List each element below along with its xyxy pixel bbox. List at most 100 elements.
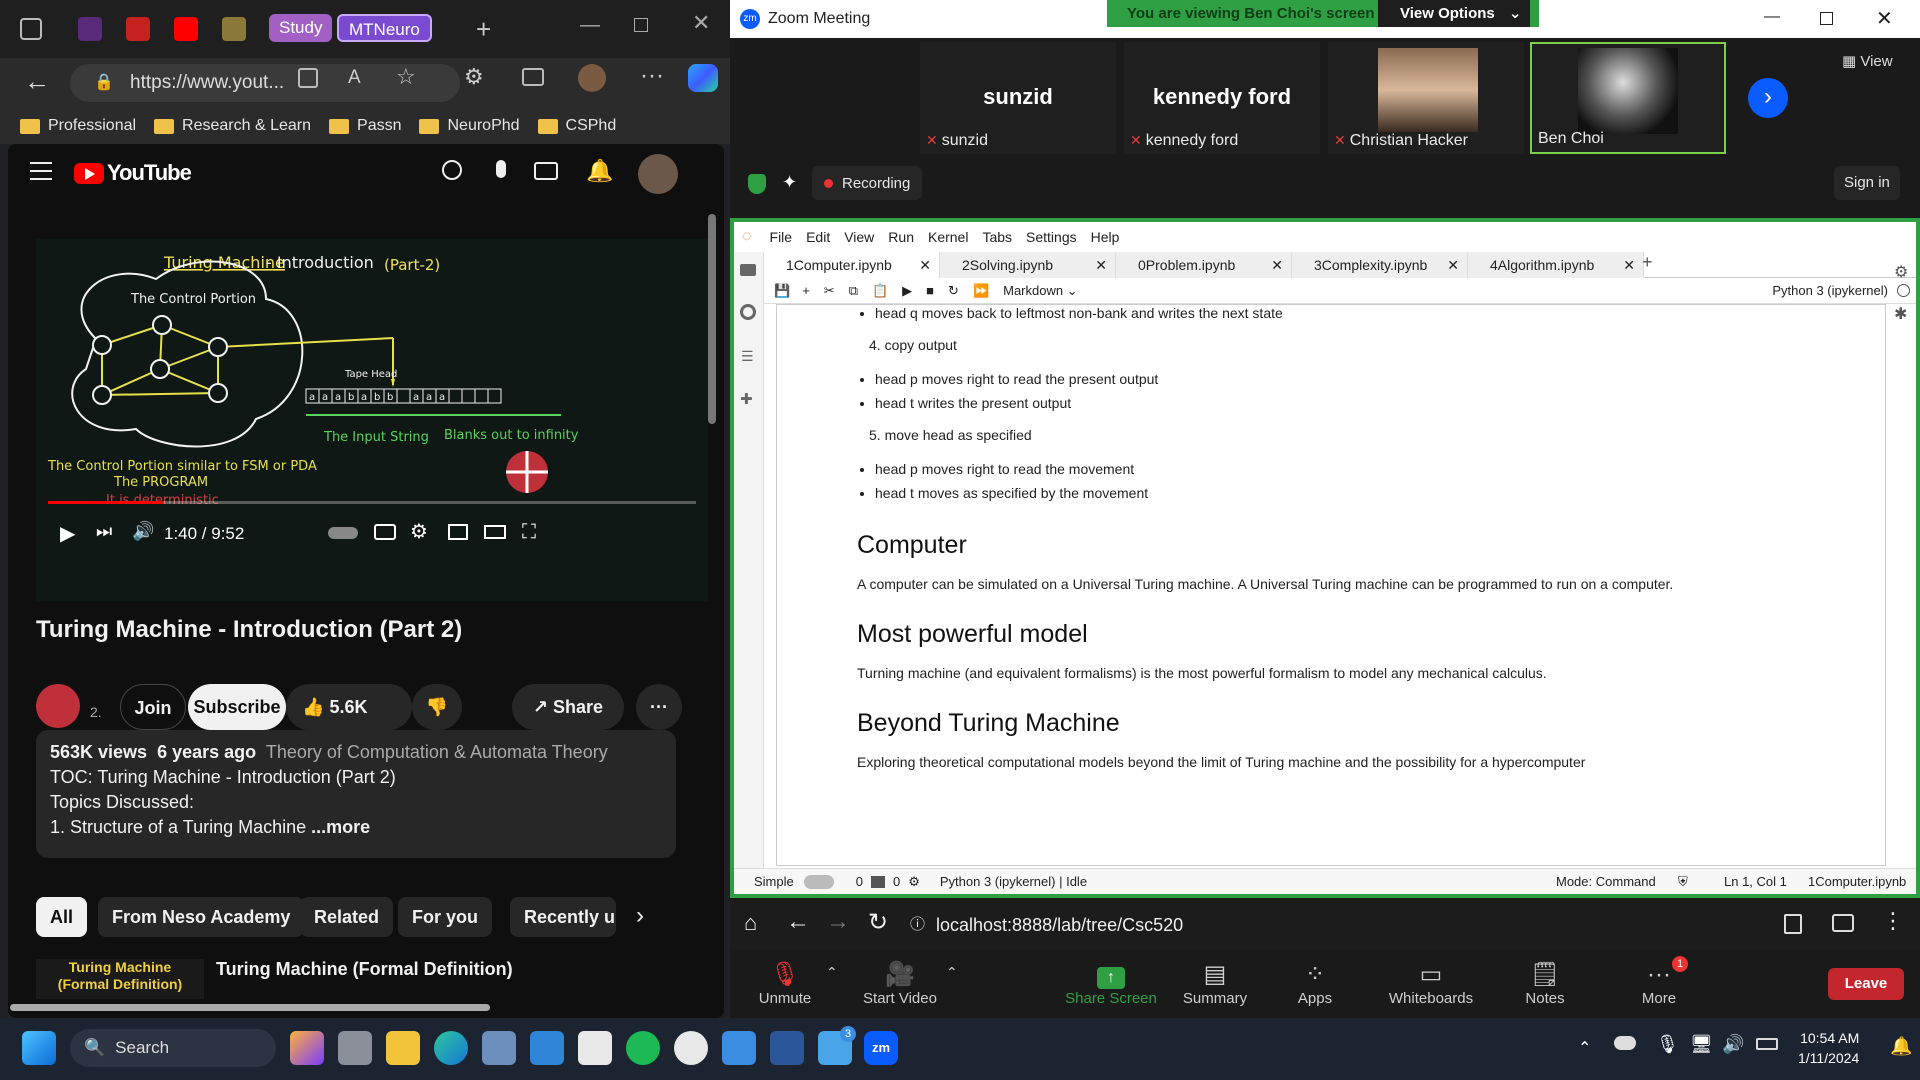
favorite-star-icon[interactable]: ☆ [396,64,416,90]
back-icon[interactable]: ← [24,66,50,97]
create-video-icon[interactable] [534,162,558,180]
security-shield-icon[interactable] [748,174,766,194]
battery-icon[interactable] [1756,1038,1778,1050]
whiteboards-button[interactable]: ▭ Whiteboards [1376,960,1486,1007]
leave-button[interactable]: Leave [1828,968,1904,1000]
restart-icon[interactable]: ↻ [948,283,959,299]
stop-icon[interactable]: ■ [926,283,934,298]
video-player[interactable]: Turing Machine - Introduction (Part-2) T… [36,239,708,601]
file-explorer-icon[interactable] [386,1031,420,1065]
more-link[interactable]: ...more [311,817,370,837]
summary-button[interactable]: ▤ Summary [1170,960,1260,1007]
start-video-button[interactable]: 🎥 Start Video [850,960,950,1007]
close-tab-icon[interactable]: ✕ [1095,252,1107,278]
microphone-icon[interactable]: 🎙 [1656,1034,1679,1055]
like-button[interactable]: 👍 5.6K [286,684,412,730]
menu-edit[interactable]: Edit [806,229,830,245]
tab-2solving[interactable]: 2Solving.ipynb ✕ [940,252,1116,278]
photos-icon[interactable] [482,1031,516,1065]
home-icon[interactable]: ⌂ [744,910,757,936]
apps-icon[interactable] [298,68,318,88]
horizontal-scrollbar[interactable] [10,1004,490,1011]
captions-icon[interactable] [374,524,396,540]
miniplayer-icon[interactable] [448,524,468,540]
split-screen-icon[interactable] [522,68,544,86]
maximize-icon[interactable] [634,18,648,32]
tab-1computer[interactable]: 1Computer.ipynb ✕ [764,252,940,278]
close-tab-icon[interactable]: ✕ [1447,252,1459,278]
gmail-tab-icon[interactable] [78,17,102,41]
maximize-icon[interactable] [1820,12,1833,25]
copilot-icon[interactable] [688,64,718,92]
sparkle-icon[interactable]: ✦ [782,172,797,193]
participant-tile[interactable]: sunzid ✕ sunzid [920,42,1116,154]
chip-for-you[interactable]: For you [398,897,492,937]
read-aloud-icon[interactable]: A [348,67,361,89]
more-actions-icon[interactable]: ··· [636,684,682,730]
cut-icon[interactable]: ✂ [824,283,835,299]
chip-recently-uploaded[interactable]: Recently upl [510,897,616,937]
description-box[interactable]: 563K views 6 years ago Theory of Computa… [36,730,676,858]
extensions-icon[interactable]: ⚙ [464,64,484,90]
zoom-taskbar-icon[interactable]: zm [864,1031,898,1065]
chip-all[interactable]: All [36,897,88,937]
audio-options-chevron-icon[interactable]: ⌃ [826,964,838,981]
run-icon[interactable]: ▶ [902,283,912,299]
table-of-contents-icon[interactable]: ☰ [741,348,754,365]
bookmark-professional[interactable]: Professional [20,117,136,135]
close-icon[interactable]: ✕ [692,10,710,36]
tab-4algorithm[interactable]: 4Algorithm.ipynb ✕ [1468,252,1644,278]
minimize-icon[interactable]: — [1764,8,1780,26]
more-vertical-icon[interactable]: ⋮ [1882,908,1904,934]
next-icon[interactable]: ⏭ [96,521,112,542]
apps-button[interactable]: ⁘ Apps [1270,960,1360,1007]
play-icon[interactable]: ▶ [60,521,75,546]
participant-tile[interactable]: ✕ Christian Hacker [1328,42,1524,154]
cell-type-select[interactable]: Markdown ⌄ [1003,283,1077,299]
extensions-puzzle-icon[interactable]: ✚ [740,390,753,408]
word-icon[interactable] [770,1031,804,1065]
task-view-icon[interactable] [338,1031,372,1065]
account-avatar[interactable] [638,154,678,194]
view-options-button[interactable]: View Options ⌄ [1378,0,1530,27]
edge-icon[interactable] [434,1031,468,1065]
profile-avatar[interactable] [578,64,606,92]
gmail-tab-icon-2[interactable] [126,17,150,41]
clock-icon[interactable] [674,1031,708,1065]
chevron-right-icon[interactable]: › [636,902,644,930]
paste-icon[interactable]: 📋 [872,283,888,299]
subscribe-button[interactable]: Subscribe [188,684,286,730]
workspaces-icon[interactable] [20,18,42,40]
vertical-scrollbar[interactable] [708,214,716,424]
youtube-tab-icon[interactable] [174,17,198,41]
file-browser-icon[interactable] [740,264,756,276]
close-tab-icon[interactable]: ✕ [919,252,931,278]
chip-from-neso[interactable]: From Neso Academy [98,897,305,937]
simple-mode-toggle[interactable] [803,874,834,889]
menu-run[interactable]: Run [888,229,914,245]
bookmark-research[interactable]: Research & Learn [154,117,311,135]
unmute-button[interactable]: 🎙 Unmute [740,960,830,1007]
new-tab-icon[interactable]: + [476,14,491,45]
copilot-pre-icon[interactable] [290,1031,324,1065]
notes-button[interactable]: 🗒 Notes [1500,960,1590,1007]
dislike-button[interactable]: 👎 [412,684,462,730]
view-button[interactable]: ▦ View [1842,52,1893,70]
add-cell-icon[interactable]: + [802,283,810,298]
notepad-icon[interactable] [722,1031,756,1065]
taskbar-search[interactable]: 🔍 Search [70,1029,276,1067]
kernel-state[interactable]: Python 3 (ipykernel) | Idle [940,874,1087,889]
menu-tabs[interactable]: Tabs [982,229,1012,245]
settings-gear-icon[interactable]: ⚙ [410,519,428,544]
volume-icon[interactable]: 🔊 [132,521,154,542]
menu-icon[interactable] [30,162,52,180]
network-icon[interactable]: 🖥 [1690,1034,1713,1055]
sign-in-button[interactable]: Sign in [1834,166,1900,200]
menu-kernel[interactable]: Kernel [928,229,968,245]
system-clock[interactable]: 10:54 AM 1/11/2024 [1798,1028,1859,1068]
share-screen-button[interactable]: ↑ Share Screen [1056,960,1166,1007]
youtube-logo[interactable]: YouTube [74,160,192,186]
join-button[interactable]: Join [120,684,186,730]
close-icon[interactable]: ✕ [1876,6,1893,31]
chip-related[interactable]: Related [300,897,394,937]
